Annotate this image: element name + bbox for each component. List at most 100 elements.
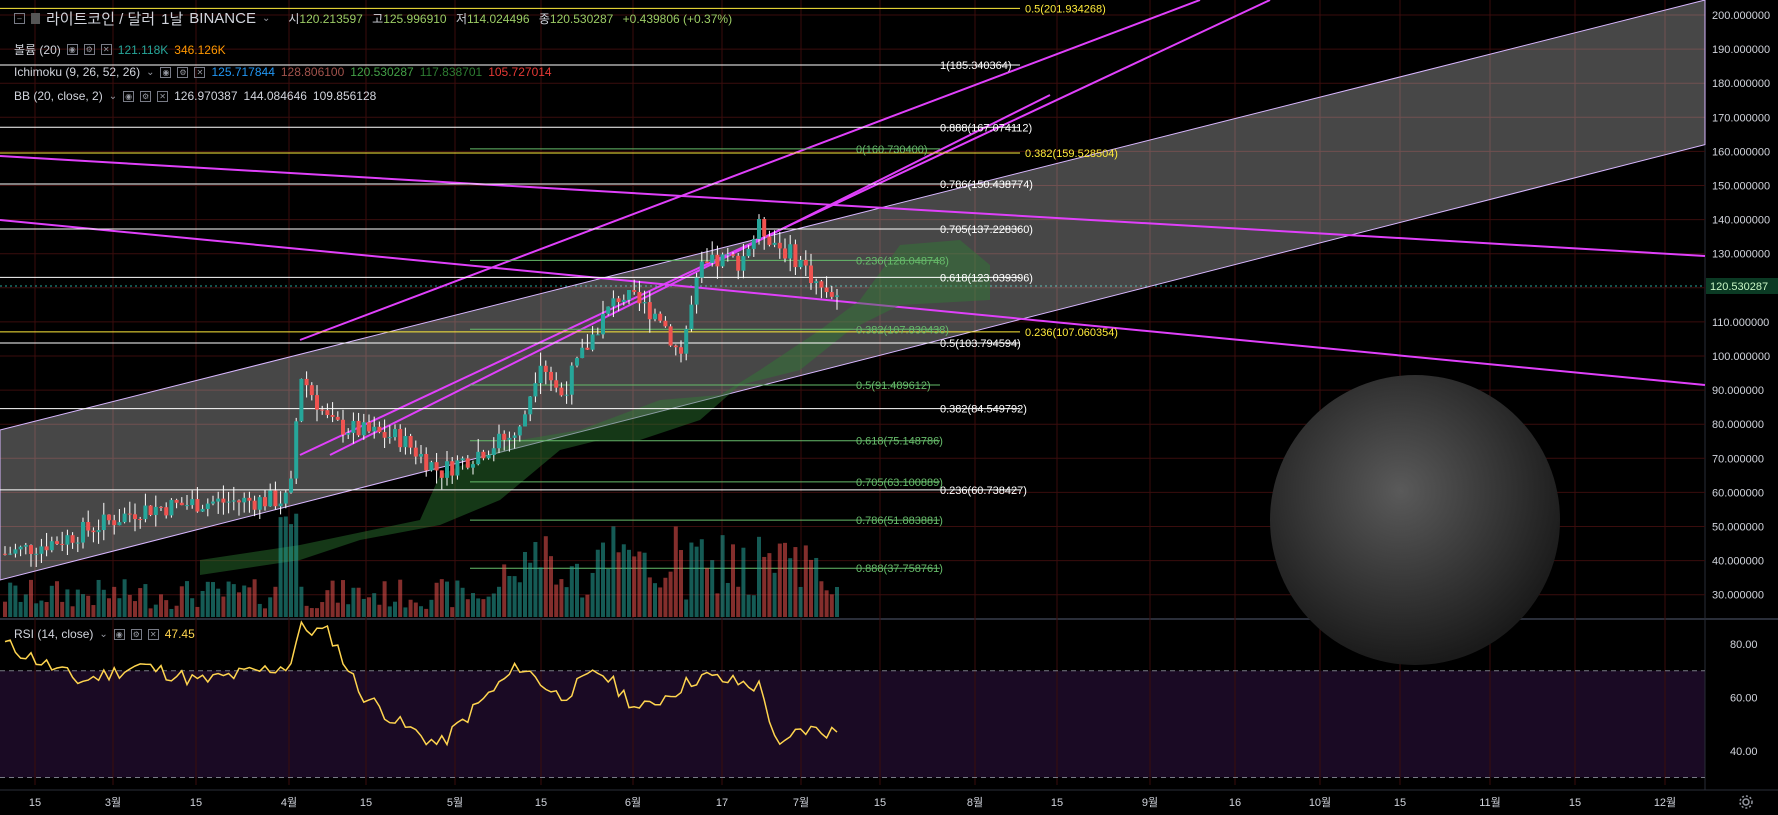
bb-legend[interactable]: BB (20, close, 2) ⌄ ◉ ⚙ ✕ 126.970387 144…	[14, 89, 376, 103]
candle-body	[481, 451, 486, 459]
candle-body	[627, 290, 631, 300]
rsi-legend[interactable]: RSI (14, close) ⌄ ◉ ⚙ ✕ 47.45	[14, 627, 195, 641]
volume-bar	[710, 560, 715, 617]
volume-legend[interactable]: 볼륨 (20) ◉ ⚙ ✕ 121.118K 346.126K	[14, 41, 226, 58]
volume-bar	[788, 558, 793, 617]
chevron-down-icon[interactable]: ⌄	[146, 67, 154, 78]
settings-icon[interactable]: ⚙	[140, 90, 152, 102]
settings-icon[interactable]: ⚙	[130, 628, 142, 640]
candle-body	[621, 299, 626, 303]
candle-body	[439, 470, 444, 478]
close-icon[interactable]: ✕	[147, 628, 159, 640]
candle-body	[153, 506, 158, 516]
volume-bar	[29, 579, 33, 617]
candle-body	[117, 522, 122, 526]
candle-body	[465, 458, 470, 468]
price-tick-label: 100.000000	[1712, 351, 1770, 363]
close-icon[interactable]: ✕	[100, 44, 112, 55]
time-tick-label: 15	[1394, 797, 1406, 809]
candle-body	[101, 514, 106, 531]
volume-bar	[257, 603, 262, 617]
fib-level-label: 0.618(123.039396)	[940, 272, 1033, 284]
candle-body	[23, 545, 28, 547]
eye-icon[interactable]: ◉	[66, 44, 78, 55]
candle-body	[382, 432, 387, 438]
candle-body	[585, 347, 590, 350]
close-icon[interactable]: ✕	[157, 90, 169, 102]
candle-body	[434, 462, 439, 471]
volume-bar	[595, 549, 600, 617]
gear-icon[interactable]	[1738, 794, 1754, 810]
collapse-icon[interactable]: –	[14, 13, 25, 24]
rsi-tick-label: 80.00	[1730, 639, 1758, 651]
time-tick-label: 3월	[105, 796, 121, 809]
chevron-down-icon[interactable]: ⌄	[99, 629, 107, 640]
eye-icon[interactable]: ◉	[160, 66, 172, 78]
volume-bar	[216, 588, 221, 617]
candle-body	[751, 239, 756, 249]
candle-body	[361, 422, 366, 436]
candle-body	[351, 420, 356, 433]
rsi-tick-label: 40.00	[1730, 746, 1758, 758]
volume-bar	[663, 577, 668, 617]
chevron-down-icon[interactable]: ⌄	[262, 13, 270, 24]
candle-body	[497, 433, 501, 449]
volume-bar	[689, 542, 694, 617]
candle-body	[96, 530, 101, 533]
volume-bar	[252, 579, 257, 617]
volume-bar	[538, 567, 543, 617]
volume-bar	[793, 547, 798, 617]
fib-level-label: 0.618(75.148786)	[856, 436, 943, 448]
ichimoku-legend[interactable]: Ichimoku (9, 26, 52, 26) ⌄ ◉ ⚙ ✕ 125.717…	[14, 65, 552, 79]
volume-bar	[335, 602, 340, 617]
candle-body	[424, 453, 429, 471]
eye-icon[interactable]: ◉	[113, 628, 125, 640]
candle-body	[169, 499, 174, 516]
candle-body	[226, 501, 231, 503]
symbol-name[interactable]: 라이트코인 / 달러	[46, 8, 155, 29]
volume-bar	[455, 580, 460, 617]
volume-bar	[169, 608, 174, 617]
ichimoku-value-5: 105.727014	[488, 65, 552, 79]
fib-level-label: 0.5(91.489612)	[856, 380, 931, 392]
volume-bar	[372, 593, 377, 617]
candle-body	[112, 520, 117, 526]
candle-body	[408, 436, 413, 448]
volume-bar	[237, 592, 241, 617]
candle-body	[65, 535, 70, 545]
settings-icon[interactable]: ⚙	[83, 44, 95, 55]
chevron-down-icon[interactable]: ⌄	[109, 91, 117, 102]
volume-bar	[91, 605, 96, 617]
volume-bar	[673, 526, 678, 617]
close-icon[interactable]: ✕	[194, 66, 206, 78]
candle-body	[523, 414, 527, 427]
volume-bar	[367, 597, 371, 617]
candle-body	[538, 365, 543, 384]
volume-bar	[445, 581, 449, 617]
volume-bar	[185, 581, 189, 617]
volume-bar	[159, 594, 163, 617]
candle-body	[133, 514, 137, 520]
candle-body	[278, 503, 283, 507]
eye-icon[interactable]: ◉	[123, 90, 135, 102]
candle-body	[289, 478, 293, 493]
candle-body	[356, 420, 361, 436]
candle-body	[107, 514, 111, 521]
candle-body	[554, 380, 559, 388]
time-tick-label: 17	[716, 797, 728, 809]
price-tick-label: 80.000000	[1712, 419, 1764, 431]
candle-body	[762, 219, 767, 237]
volume-bar	[824, 590, 829, 617]
volume-bar	[772, 572, 777, 617]
price-chart[interactable]: 200.000000 190.000000 180.000000 170.000000…	[0, 0, 1778, 814]
volume-bar	[55, 581, 59, 617]
settings-icon[interactable]: ⚙	[177, 66, 189, 78]
volume-bar	[330, 580, 335, 617]
candle-body	[736, 255, 741, 271]
volume-bar	[647, 577, 652, 617]
candle-body	[517, 426, 522, 436]
ohlc-values: 시120.213597 고125.996910 저114.024496 종120…	[288, 12, 733, 26]
volume-bar	[564, 587, 569, 617]
candle-body	[533, 383, 538, 397]
interval[interactable]: 1날	[161, 8, 183, 29]
